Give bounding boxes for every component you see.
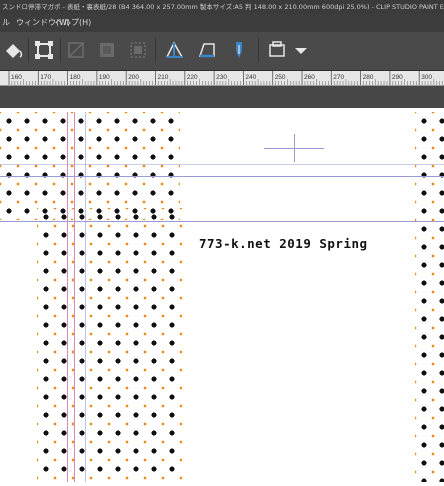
transform-button[interactable] xyxy=(31,37,57,63)
tools-button[interactable] xyxy=(264,37,290,63)
command-bar xyxy=(0,32,444,71)
ruler-frame-icon xyxy=(198,43,215,58)
menu-item-help[interactable]: ヘルプ(H) xyxy=(55,14,91,32)
window-title-bar: スンドロ停滞マガポ - 表紙・裏表紙/28 (B4 364.00 x 257.0… xyxy=(0,0,444,14)
pen-stabilize-button[interactable] xyxy=(226,37,252,63)
ruler-label: 270 xyxy=(333,74,344,81)
toolbar-separator xyxy=(258,38,259,62)
clear-button[interactable] xyxy=(94,37,120,63)
ruler-label: 220 xyxy=(187,74,198,81)
ruler-label: 210 xyxy=(158,74,169,81)
caption-text: 773-k.net 2019 Spring xyxy=(199,236,368,251)
transform-icon xyxy=(35,41,53,59)
pattern-area-left-edge xyxy=(0,112,15,208)
ruler-label: 180 xyxy=(70,74,81,81)
clear-disabled-icon xyxy=(100,43,114,57)
guide-line-vertical xyxy=(67,112,68,482)
toolbar-separator xyxy=(28,38,29,62)
layer-button[interactable] xyxy=(63,37,89,63)
ruler-perspective-icon xyxy=(166,41,183,58)
ruler-label: 190 xyxy=(99,74,110,81)
ruler-label: 250 xyxy=(275,74,286,81)
ruler-label: 230 xyxy=(216,74,227,81)
pattern-area-top xyxy=(0,112,180,220)
ruler-scale: 160 170 180 190 200 210 220 230 240 250 260 270 280 2… xyxy=(8,71,443,85)
perspective-ruler-button[interactable] xyxy=(162,37,188,63)
menu-bar: ル ウィンドウ(W) ヘルプ(H) xyxy=(0,14,444,32)
ruler-label: 300 xyxy=(421,74,432,81)
pattern-area-right xyxy=(415,112,444,482)
window-title: スンドロ停滞マガポ - 表紙・裏表紙/28 (B4 364.00 x 257.0… xyxy=(2,3,444,11)
ruler-label: 290 xyxy=(392,74,403,81)
ruler-label: 280 xyxy=(363,74,374,81)
select-button[interactable] xyxy=(125,37,151,63)
ruler-label: 240 xyxy=(245,74,256,81)
pen-stabilize-icon xyxy=(236,42,242,58)
fill-icon xyxy=(6,44,23,58)
frame-ruler-button[interactable] xyxy=(194,37,220,63)
fill-button[interactable] xyxy=(2,37,28,63)
tools-icon xyxy=(269,41,285,57)
toolbar-separator xyxy=(60,38,61,62)
crop-mark-vertical xyxy=(294,134,295,162)
tools-dropdown[interactable] xyxy=(288,37,307,63)
ruler-label: 170 xyxy=(40,74,51,81)
layer-disabled-icon xyxy=(68,42,84,58)
menu-item-0[interactable]: ル xyxy=(2,14,10,32)
ruler-label: 160 xyxy=(11,74,22,81)
ruler-label: 260 xyxy=(304,74,315,81)
select-disabled-icon xyxy=(130,42,146,58)
guide-line-vertical xyxy=(85,112,86,482)
horizontal-ruler: 160 170 180 190 200 210 220 230 240 250 260 270 280 2… xyxy=(0,71,444,86)
chevron-down-icon xyxy=(295,48,307,54)
guide-line-vertical xyxy=(74,112,75,482)
toolbar-separator xyxy=(155,38,156,62)
pattern-area-main xyxy=(37,208,182,482)
ruler-label: 200 xyxy=(128,74,139,81)
